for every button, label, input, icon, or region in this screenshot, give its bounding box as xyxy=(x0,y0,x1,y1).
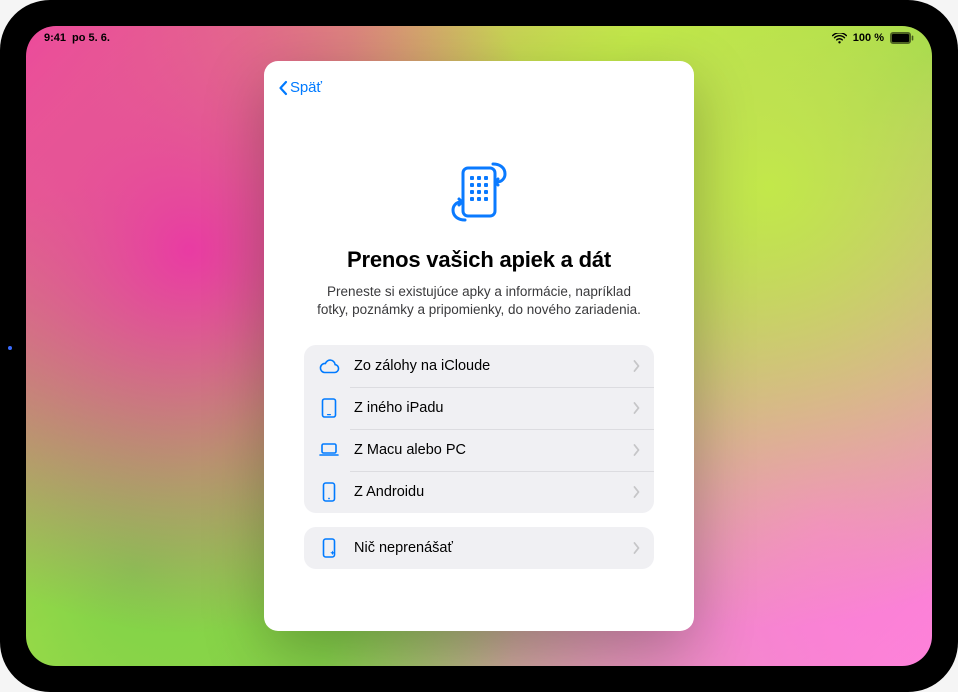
status-time: 9:41 xyxy=(44,32,66,44)
chevron-right-icon xyxy=(633,486,640,498)
chevron-left-icon xyxy=(278,80,288,96)
ipad-screen: 9:41 po 5. 6. 100 % xyxy=(26,26,932,666)
option-icloud-backup[interactable]: Zo zálohy na iCloude xyxy=(304,345,654,387)
back-button-label: Späť xyxy=(290,79,322,96)
cloud-icon xyxy=(318,358,340,374)
transfer-hero-icon xyxy=(443,156,515,231)
option-label: Z iného iPadu xyxy=(354,400,619,416)
status-bar: 9:41 po 5. 6. 100 % xyxy=(26,26,932,50)
sparkle-phone-icon xyxy=(318,538,340,558)
chevron-right-icon xyxy=(633,360,640,372)
chevron-right-icon xyxy=(633,402,640,414)
chevron-right-icon xyxy=(633,444,640,456)
phone-icon xyxy=(318,482,340,502)
ipad-frame: 9:41 po 5. 6. 100 % xyxy=(0,0,958,692)
back-button[interactable]: Späť xyxy=(264,75,332,100)
transfer-modal: Späť xyxy=(264,61,694,631)
modal-subtitle: Preneste si existujúce apky a informácie… xyxy=(314,283,644,319)
ipad-bezel: 9:41 po 5. 6. 100 % xyxy=(4,4,954,688)
wifi-icon xyxy=(832,33,847,44)
option-label: Z Androidu xyxy=(354,484,619,500)
ipad-icon xyxy=(318,398,340,418)
options-list-secondary: Nič neprenášať xyxy=(304,527,654,569)
status-date: po 5. 6. xyxy=(72,32,110,44)
option-mac-or-pc[interactable]: Z Macu alebo PC xyxy=(304,429,654,471)
option-android[interactable]: Z Androidu xyxy=(304,471,654,513)
modal-title: Prenos vašich apiek a dát xyxy=(347,247,611,273)
battery-icon xyxy=(890,32,914,44)
laptop-icon xyxy=(318,442,340,458)
options-list-primary: Zo zálohy na iCloude Z iného iPadu xyxy=(304,345,654,513)
status-battery-text: 100 % xyxy=(853,32,884,44)
option-dont-transfer[interactable]: Nič neprenášať xyxy=(304,527,654,569)
option-label: Zo zálohy na iCloude xyxy=(354,358,619,374)
side-indicator-dot xyxy=(8,346,12,350)
option-label: Z Macu alebo PC xyxy=(354,442,619,458)
option-other-ipad[interactable]: Z iného iPadu xyxy=(304,387,654,429)
chevron-right-icon xyxy=(633,542,640,554)
option-label: Nič neprenášať xyxy=(354,540,619,556)
